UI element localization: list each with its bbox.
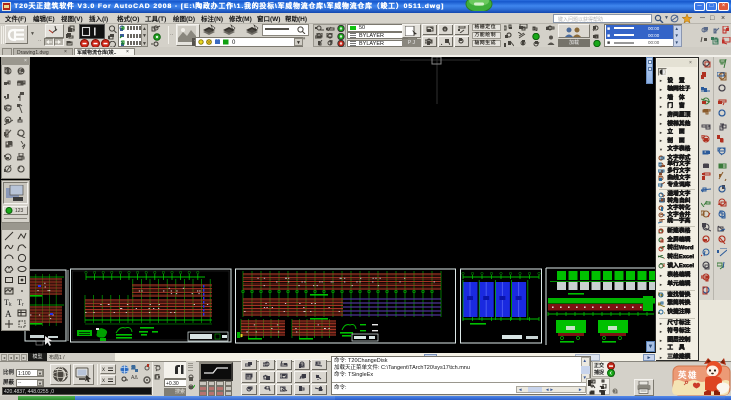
svg-text:k: k xyxy=(9,302,12,307)
svg-text:x: x xyxy=(102,367,105,372)
svg-text:英雄: 英雄 xyxy=(677,370,698,380)
svg-text:A: A xyxy=(5,309,12,318)
svg-text:r: r xyxy=(22,302,24,307)
svg-text:x: x xyxy=(102,378,105,383)
